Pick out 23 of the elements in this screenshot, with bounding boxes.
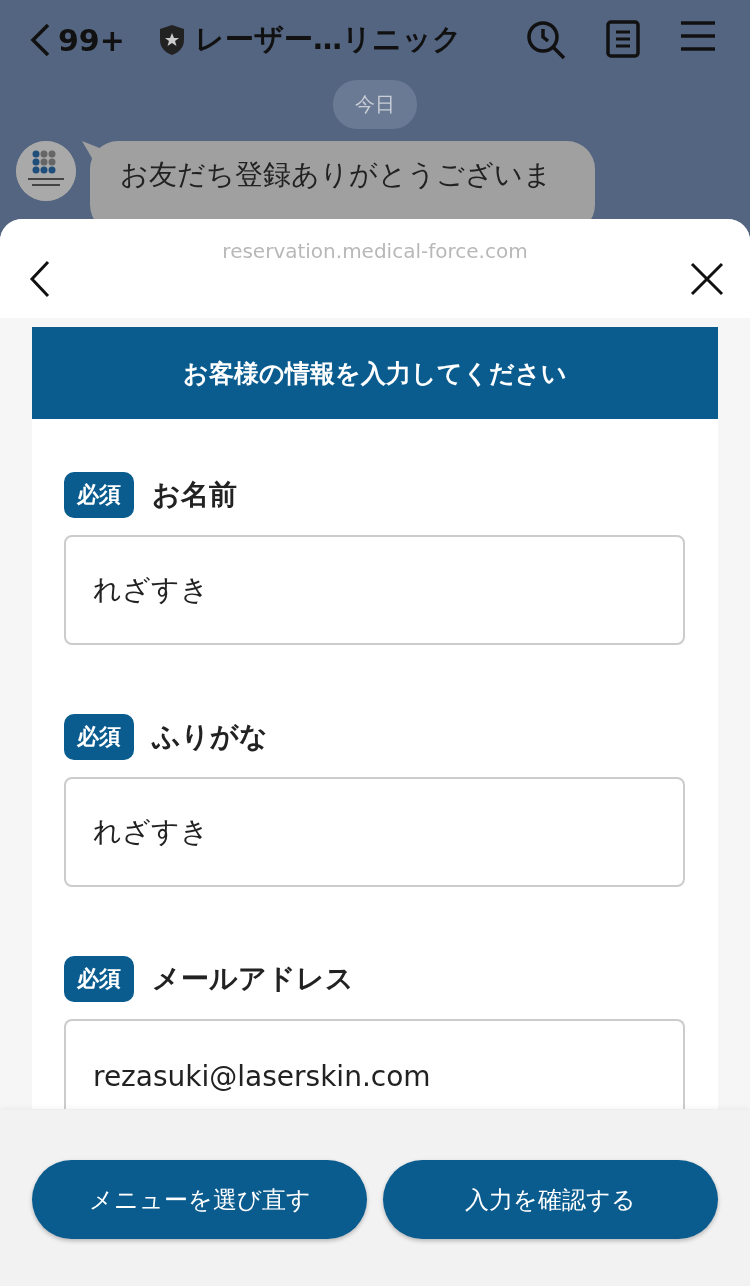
shield-icon	[158, 24, 185, 56]
back-icon[interactable]	[28, 259, 52, 298]
required-badge: 必須	[64, 472, 134, 518]
menu-icon[interactable]	[680, 20, 716, 52]
action-button[interactable]: メニューを選び直す	[32, 1160, 367, 1239]
field-label: ふりがな	[152, 719, 268, 755]
input-field[interactable]: れざすき	[64, 777, 685, 887]
required-badge: 必須	[64, 956, 134, 1002]
page-url: reservation.medical-force.com	[222, 239, 528, 263]
unread-count: 99+	[58, 22, 125, 58]
required-badge: 必須	[64, 714, 134, 760]
field-label: メールアドレス	[152, 961, 354, 997]
form-heading: お客様の情報を入力してください	[32, 327, 718, 419]
clinic-logo-icon[interactable]	[16, 141, 76, 201]
input-field[interactable]: rezasuki@laserskin.com	[64, 1019, 685, 1109]
field-label: お名前	[152, 477, 237, 513]
notes-icon[interactable]	[606, 20, 640, 58]
action-button[interactable]: 入力を確認する	[383, 1160, 718, 1239]
search-icon[interactable]	[526, 20, 566, 60]
chat-title: レーザー…リニック	[194, 21, 462, 58]
date-divider: 今日	[333, 80, 417, 129]
close-icon[interactable]	[690, 261, 724, 296]
input-field[interactable]: れざすき	[64, 535, 685, 645]
